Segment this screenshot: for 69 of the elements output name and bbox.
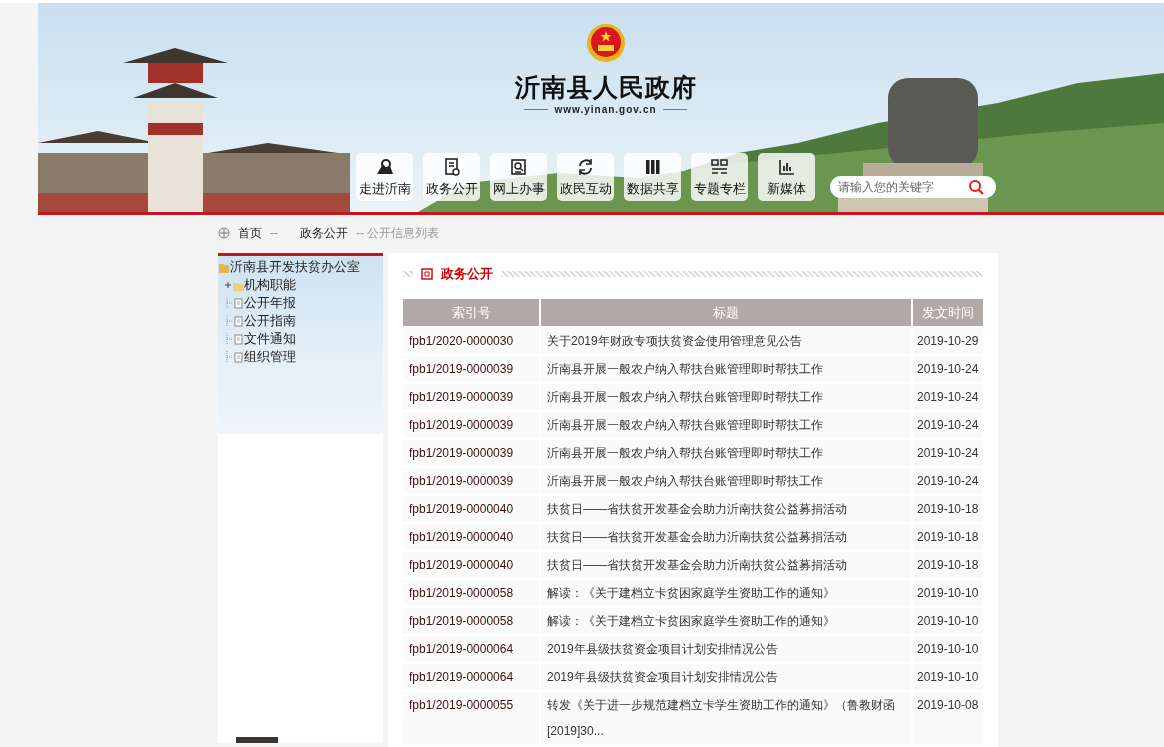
table-cell: 2019-10-08 [913, 692, 983, 744]
tree-item[interactable]: 公开指南 [244, 312, 296, 330]
tree-line-icon [224, 333, 232, 345]
breadcrumb-link[interactable]: 政务公开 [300, 224, 348, 242]
column-header: 索引号 [403, 299, 539, 326]
search-document-icon [508, 156, 529, 177]
table-cell: 2019-10-24 [913, 384, 983, 410]
tree-line-icon [224, 315, 232, 327]
nav-button[interactable]: 专题专栏 [691, 153, 748, 201]
table-cell: fpb1/2019-0000039 [403, 468, 539, 494]
site-title: 沂南县人民政府 [514, 72, 697, 103]
table-cell: fpb1/2019-0000039 [403, 440, 539, 466]
table-cell: 2019-10-24 [913, 412, 983, 438]
table-cell: 2019-10-24 [913, 440, 983, 466]
tree-line-icon [224, 297, 232, 309]
document-icon [232, 350, 244, 364]
section-title: 政务公开 [441, 265, 493, 283]
nav-button[interactable]: 数据共享 [624, 153, 681, 201]
table-cell: fpb1/2019-0000064 [403, 664, 539, 690]
table-cell: 2019-10-18 [913, 552, 983, 578]
nav-button[interactable]: 新媒体 [758, 153, 815, 201]
table-cell: 2019-10-18 [913, 496, 983, 522]
table-cell: 2019-10-24 [913, 356, 983, 382]
table-cell: 2019-10-24 [913, 468, 983, 494]
tree-item[interactable]: 沂南县开发扶贫办公室 [230, 258, 360, 276]
column-header: 标题 [541, 299, 911, 326]
tree-item[interactable]: 文件通知 [244, 330, 296, 348]
table-cell: fpb1/2019-0000040 [403, 496, 539, 522]
search-icon [968, 179, 984, 195]
table-cell: fpb1/2019-0000064 [403, 636, 539, 662]
search-field[interactable]: 请输入您的关键字 [830, 176, 996, 198]
breadcrumb-current: -- 公开信息列表 [356, 224, 440, 242]
document-icon [232, 332, 244, 346]
table-cell: fpb1/2019-0000039 [403, 412, 539, 438]
tree-line-icon [224, 351, 232, 363]
table-cell: 2019-10-10 [913, 608, 983, 634]
table-cell: fpb1/2019-0000039 [403, 356, 539, 382]
breadcrumb-separator: -- [270, 226, 278, 240]
table-cell: fpb1/2019-0000058 [403, 608, 539, 634]
home-icon [218, 227, 230, 239]
document-icon [232, 314, 244, 328]
table-cell: 2019-10-10 [913, 580, 983, 606]
table-cell: fpb1/2019-0000039 [403, 384, 539, 410]
tree-item[interactable]: 公开年报 [244, 294, 296, 312]
tree-item[interactable]: 机构职能 [244, 276, 296, 294]
nav-button[interactable]: 政民互动 [557, 153, 614, 201]
table-cell: fpb1/2019-0000055 [403, 692, 539, 744]
site-url: www.yinan.gov.cn [554, 104, 657, 115]
breadcrumb-link[interactable]: 首页 [238, 224, 262, 242]
nav-button[interactable]: 网上办事 [490, 153, 547, 201]
table-cell: fpb1/2019-0000058 [403, 580, 539, 606]
tree-item[interactable]: 组织管理 [244, 348, 296, 366]
nav-button[interactable]: 政务公开 [423, 153, 480, 201]
section-icon [421, 268, 433, 280]
table-cell: 2019-10-10 [913, 636, 983, 662]
document-icon [232, 296, 244, 310]
table-cell: 2019-10-18 [913, 524, 983, 550]
table-cell: 2019-10-10 [913, 664, 983, 690]
expand-icon[interactable] [224, 280, 232, 290]
nav-button[interactable]: 走进沂南 [356, 153, 413, 201]
table-cell: fpb1/2020-0000030 [403, 328, 539, 354]
photo-placeholder [236, 737, 278, 743]
table-cell: fpb1/2019-0000040 [403, 524, 539, 550]
emblem-icon [585, 21, 626, 65]
table-cell: fpb1/2019-0000040 [403, 552, 539, 578]
column-header: 发文时间 [913, 299, 983, 326]
landmark-icon [374, 156, 395, 177]
table-cell: 2019-10-29 [913, 328, 983, 354]
grid-icon [709, 156, 730, 177]
